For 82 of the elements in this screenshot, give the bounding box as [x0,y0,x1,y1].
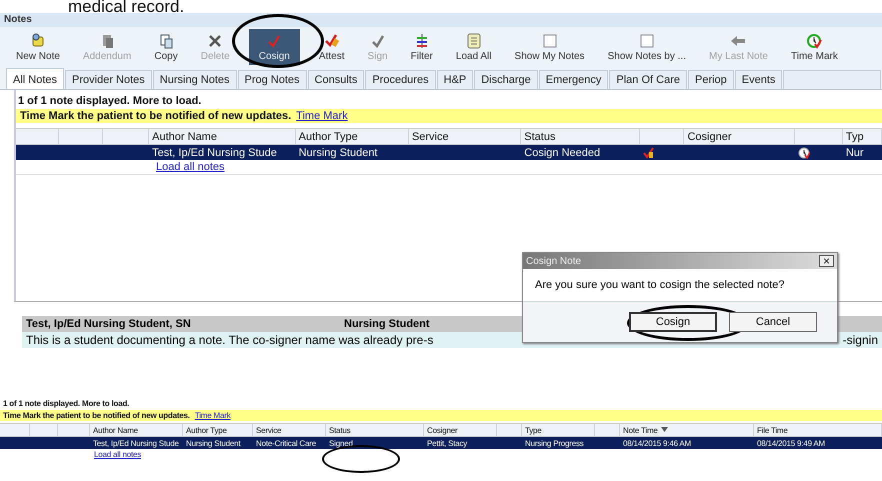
table-cell-text: Nursing Progress [524,438,585,449]
tab[interactable]: Emergency [538,70,608,89]
column-header: Status [326,424,424,436]
dialog-title: Cosign Note [526,256,582,266]
column-header: Author Type [296,129,409,144]
tab[interactable]: H&P [436,70,474,89]
table-cell-text: Nur [844,146,865,160]
column-header: Service [253,424,326,436]
time-mark-link[interactable]: Time Mark [296,110,348,122]
cancel-button[interactable]: Cancel [729,312,817,332]
toolbar-button[interactable]: Time Mark [787,29,842,65]
table-row[interactable]: Test, Ip/Ed Nursing Stude Nursing Student Cosign Needed Nur [16,145,882,160]
table-cell-text: Note-Critical Care [255,438,317,449]
table-cell-text: Nursing Student [185,438,242,449]
sort-icon [660,427,668,433]
note-icon [30,32,46,48]
pencil-check-icon [324,32,340,48]
toolbar-button[interactable]: Attest [314,29,348,65]
column-header: Cosigner [684,129,795,144]
check-icon [266,32,282,48]
table-cell-text: 08/14/2015 9:46 AM [622,438,692,449]
author-type: Nursing Student [344,318,430,330]
column-header: Author Type [183,424,253,436]
load-all-notes-link[interactable]: Load all notes [156,161,224,173]
table-cell-text: Test, Ip/Ed Nursing Stude [92,438,180,449]
column-header: Typ [842,129,882,144]
toolbar-button[interactable]: Copy [150,29,182,65]
toolbar-button[interactable]: Load All [452,29,496,65]
column-header: Note Time [620,424,754,436]
column-header: Author Name [90,424,183,436]
note-text: -signin [842,333,878,347]
clock-icon [806,32,822,48]
table-cell-text: Nursing Student [298,146,378,160]
caption-text: medical record. [67,0,186,13]
close-icon [207,32,224,48]
banner-text: Time Mark the patient to be notified of new updates. [3,411,190,420]
column-header: File Time [754,424,882,436]
note-text: This is a student documenting a note. The co-signer name was already pre-s [26,333,434,347]
cosign-button[interactable]: Cosign [629,312,717,332]
toolbar-button[interactable]: Show Notes by ... [604,29,690,65]
table-row[interactable]: Test, Ip/Ed Nursing Stude Nursing Student Note-Critical Care Signed Pettit, Stacy Nursing Progress 08/14/2015 9:46 AM 08/14/2015 9:49 AM [0,437,882,449]
tab[interactable]: Nursing Notes [152,70,236,89]
toolbar-button[interactable]: Filter [406,29,437,65]
tab[interactable]: Discharge [474,70,538,89]
table-cell-text: Cosign Needed [523,146,602,160]
tab[interactable]: Periop [688,70,734,89]
list-icon [466,32,482,48]
toolbar-button[interactable]: Cosign [248,29,300,65]
column-header: Status [521,129,640,144]
checkbox-icon [638,32,655,48]
column-header: Type [522,424,595,436]
status-text: 1 of 1 note displayed. More to load. [2,398,130,410]
checkbox-icon [542,32,558,48]
window-title: Notes [0,13,882,27]
status-text: 1 of 1 note displayed. More to load. [17,94,202,109]
toolbar-button[interactable]: Show My Notes [510,29,589,65]
close-button[interactable]: × [818,255,834,267]
dialog-message: Are you sure you want to cosign the selected note? [523,269,837,302]
tab[interactable]: Provider Notes [65,70,152,89]
toolbar-button[interactable]: New Note [12,29,64,65]
tab[interactable]: Events [734,70,782,89]
table-cell-text: 08/14/2015 9:49 AM [756,438,826,449]
tab[interactable]: All Notes [6,68,64,89]
tab[interactable]: Prog Notes [238,70,307,89]
pencil-check-icon [643,146,656,158]
column-header: Cosigner [424,424,497,436]
table-cell-text: Signed [328,438,354,449]
copy-icon [158,32,174,48]
banner-text: Time Mark the patient to be notified of new updates. [20,110,292,122]
table-cell-text: Test, Ip/Ed Nursing Stude [151,146,278,160]
tab[interactable] [783,70,881,89]
tab[interactable]: Consults [308,70,364,89]
table-cell-text: Pettit, Stacy [426,438,468,449]
tab[interactable]: Plan Of Care [609,70,687,89]
check-icon [370,32,386,48]
clock-icon [798,146,810,158]
load-all-notes-link[interactable]: Load all notes [94,450,142,459]
time-mark-link[interactable]: Time Mark [194,411,230,420]
column-header: Service [408,129,522,144]
column-header: Author Name [149,129,296,144]
tab[interactable]: Procedures [365,70,436,89]
author-name: Test, Ip/Ed Nursing Student, SN [26,318,192,330]
